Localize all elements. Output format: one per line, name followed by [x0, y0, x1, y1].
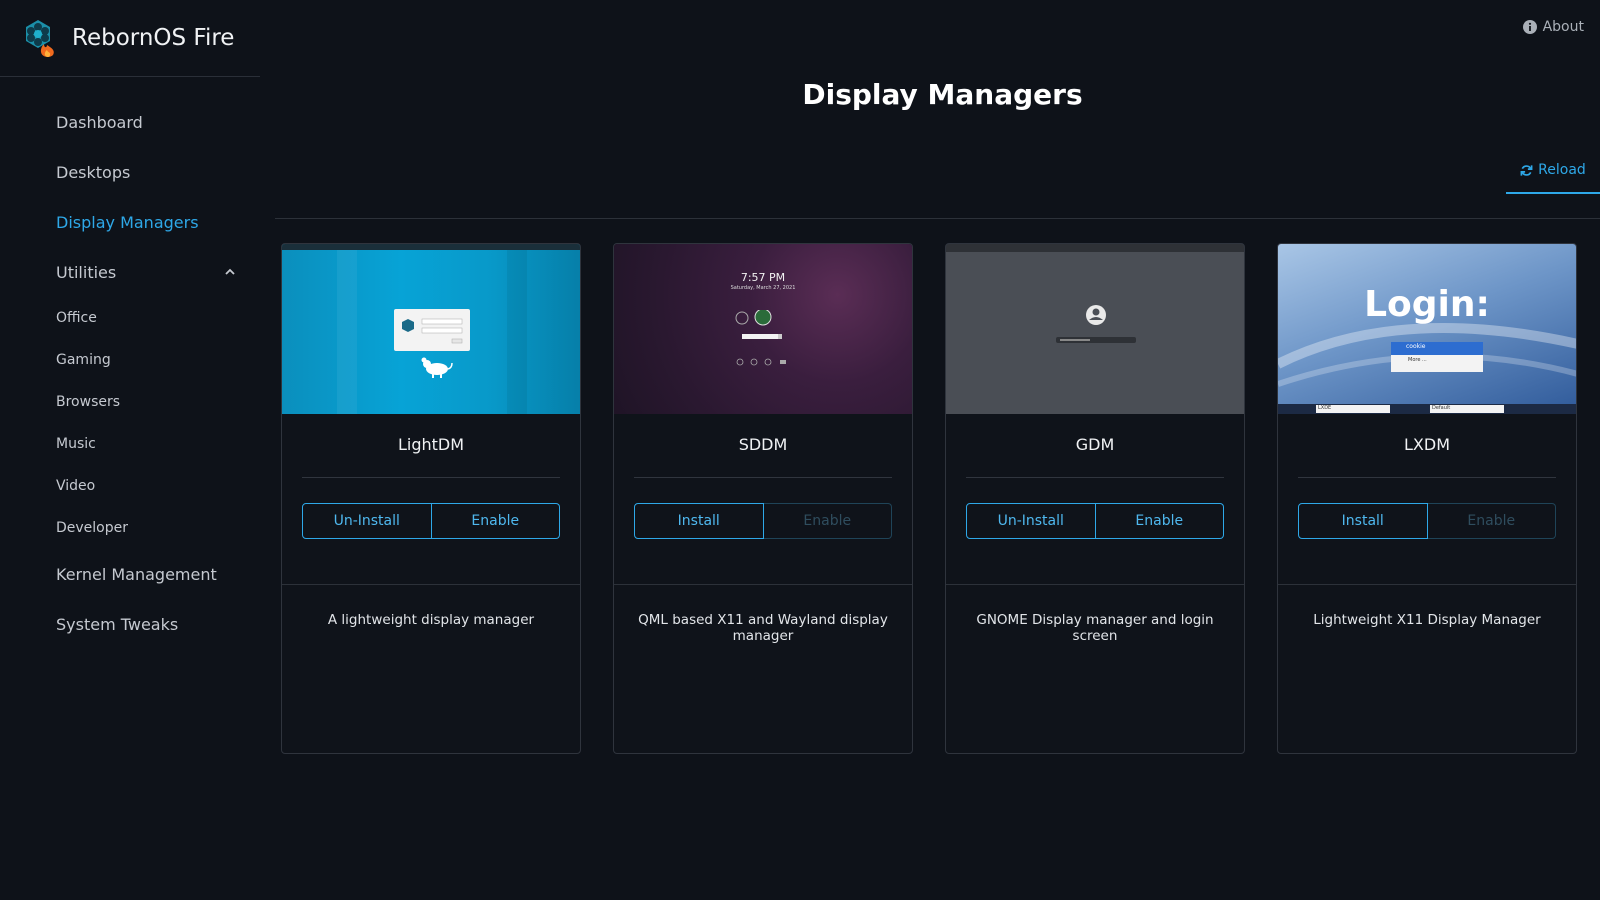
sidebar-item-browsers[interactable]: Browsers	[0, 381, 260, 423]
preview-session: LXDE	[1318, 405, 1332, 411]
card-lxdm: Login: cookie More ... LXDE Default LXDM…	[1277, 243, 1577, 754]
chevron-up-icon	[225, 268, 235, 275]
install-button[interactable]: Install	[634, 503, 764, 539]
lxdm-preview-image: Login: cookie More ... LXDE Default	[1278, 244, 1576, 414]
enable-button: Enable	[1427, 503, 1556, 539]
sidebar-item-office[interactable]: Office	[0, 297, 260, 339]
install-button[interactable]: Install	[1298, 503, 1428, 539]
preview-user: cookie	[1406, 343, 1426, 350]
enable-button[interactable]: Enable	[1095, 503, 1224, 539]
sidebar-item-desktops[interactable]: Desktops	[0, 147, 260, 197]
about-label: About	[1542, 19, 1584, 35]
card-sddm: 7:57 PM Saturday, March 27, 2021 SDDM In…	[613, 243, 913, 754]
info-icon	[1522, 20, 1537, 34]
sidebar: RebornOS Fire Dashboard Desktops Display…	[0, 0, 260, 900]
uninstall-button[interactable]: Un-Install	[302, 503, 432, 539]
sidebar-item-utilities[interactable]: Utilities	[0, 247, 260, 297]
preview-language: Default	[1432, 405, 1451, 411]
sidebar-item-label: Browsers	[56, 394, 121, 410]
preview-date: Saturday, March 27, 2021	[730, 285, 796, 291]
sidebar-item-developer[interactable]: Developer	[0, 507, 260, 549]
sidebar-item-video[interactable]: Video	[0, 465, 260, 507]
action-button-group: Install Enable	[634, 503, 892, 539]
page-title: Display Managers	[802, 78, 1083, 111]
rebornos-logo-icon	[26, 20, 54, 57]
about-link[interactable]: About	[1522, 19, 1584, 35]
card-title: GDM	[1075, 435, 1115, 454]
main-content: About Display Managers Reload LightDM Un…	[275, 0, 1600, 900]
uninstall-button[interactable]: Un-Install	[966, 503, 1096, 539]
sidebar-item-kernel-management[interactable]: Kernel Management	[0, 549, 260, 599]
sidebar-item-label: Video	[56, 478, 96, 494]
card-title: LightDM	[397, 435, 465, 454]
card-description: A lightweight display manager	[327, 612, 535, 628]
brand: RebornOS Fire	[0, 0, 260, 77]
sidebar-item-display-managers[interactable]: Display Managers	[0, 197, 260, 247]
action-button-group: Install Enable	[1298, 503, 1556, 539]
sidebar-nav: Dashboard Desktops Display Managers Util…	[0, 97, 260, 649]
preview-login-heading: Login:	[1364, 284, 1490, 325]
sidebar-item-label: Dashboard	[56, 112, 143, 132]
sidebar-item-label: System Tweaks	[56, 614, 179, 634]
card-title: SDDM	[738, 435, 788, 454]
sidebar-item-label: Utilities	[56, 262, 117, 282]
card-lightdm: LightDM Un-Install Enable A lightweight …	[281, 243, 581, 754]
sidebar-item-gaming[interactable]: Gaming	[0, 339, 260, 381]
sidebar-item-system-tweaks[interactable]: System Tweaks	[0, 599, 260, 649]
sidebar-item-label: Display Managers	[56, 212, 199, 232]
sidebar-item-label: Developer	[56, 520, 129, 536]
action-button-group: Un-Install Enable	[966, 503, 1224, 539]
action-button-group: Un-Install Enable	[302, 503, 560, 539]
display-manager-cards: LightDM Un-Install Enable A lightweight …	[281, 243, 1577, 754]
lightdm-preview-image	[282, 244, 580, 414]
card-description: Lightweight X11 Display Manager	[1313, 612, 1541, 628]
sidebar-item-label: Desktops	[56, 162, 131, 182]
reload-button[interactable]: Reload	[1506, 148, 1600, 194]
preview-clock: 7:57 PM	[740, 271, 786, 284]
refresh-icon	[1520, 164, 1533, 176]
sidebar-item-music[interactable]: Music	[0, 423, 260, 465]
enable-button[interactable]: Enable	[431, 503, 560, 539]
card-title: LXDM	[1404, 435, 1450, 454]
enable-button: Enable	[763, 503, 892, 539]
app-name: RebornOS Fire	[72, 25, 235, 51]
reload-label: Reload	[1538, 162, 1586, 178]
gdm-preview-image	[946, 244, 1244, 414]
sidebar-item-label: Kernel Management	[56, 564, 217, 584]
sddm-preview-image: 7:57 PM Saturday, March 27, 2021	[614, 244, 912, 414]
sidebar-item-label: Office	[56, 310, 97, 326]
card-gdm: GDM Un-Install Enable GNOME Display mana…	[945, 243, 1245, 754]
content-divider	[275, 218, 1600, 219]
card-description: GNOME Display manager and login screen	[976, 612, 1214, 644]
card-description: QML based X11 and Wayland display manage…	[638, 612, 888, 644]
sidebar-item-dashboard[interactable]: Dashboard	[0, 97, 260, 147]
sidebar-item-label: Music	[56, 436, 96, 452]
sidebar-item-label: Gaming	[56, 352, 111, 368]
preview-more: More ...	[1408, 357, 1427, 363]
